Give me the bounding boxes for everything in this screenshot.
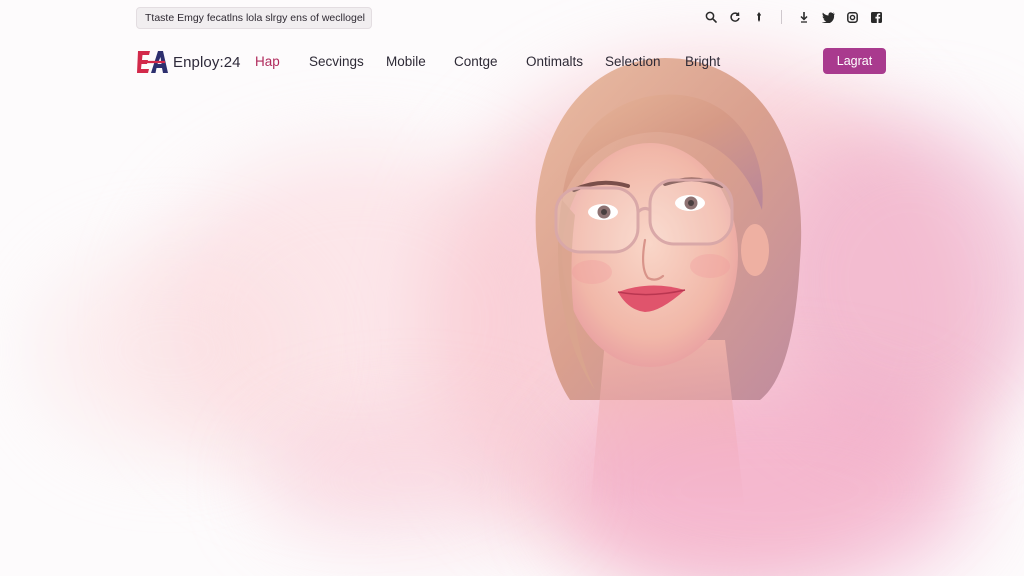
- nav-item-ontimalts[interactable]: Ontimalts: [526, 54, 605, 69]
- announcement-text: Ttaste Emgy fecatlns lola slrgy ens of w…: [145, 12, 366, 24]
- nav-item-secvings[interactable]: Secvings: [309, 54, 386, 69]
- twitter-icon[interactable]: [820, 9, 836, 25]
- announcement-bar[interactable]: Ttaste Emgy fecatlns lola slrgy ens of w…: [136, 7, 372, 29]
- nav-item-hap[interactable]: Hap: [255, 54, 309, 69]
- nav-item-contge[interactable]: Contge: [454, 54, 526, 69]
- brand-logo[interactable]: Enploy:24: [137, 49, 241, 75]
- utility-icons: [703, 9, 884, 25]
- brand-name: Enploy:24: [173, 53, 241, 71]
- chevron-right-icon: ›: [371, 12, 372, 24]
- brand-mark-icon: [137, 51, 168, 73]
- facebook-icon[interactable]: [868, 9, 884, 25]
- refresh-icon[interactable]: [727, 9, 743, 25]
- page: Ttaste Emgy fecatlns lola slrgy ens of w…: [0, 0, 1024, 576]
- pin-icon[interactable]: [751, 9, 767, 25]
- main-nav: Hap Secvings Mobile Contge Ontimalts Sel…: [255, 54, 745, 69]
- search-icon[interactable]: [703, 9, 719, 25]
- watercolor-wash: [40, 250, 300, 450]
- download-icon[interactable]: [796, 9, 812, 25]
- nav-item-bright[interactable]: Bright: [685, 54, 745, 69]
- nav-item-selection[interactable]: Selection: [605, 54, 685, 69]
- instagram-icon[interactable]: [844, 9, 860, 25]
- hero-portrait: [535, 58, 802, 510]
- nav-item-mobile[interactable]: Mobile: [386, 54, 454, 69]
- login-button[interactable]: Lagrat: [823, 48, 886, 74]
- utility-divider: [781, 10, 782, 24]
